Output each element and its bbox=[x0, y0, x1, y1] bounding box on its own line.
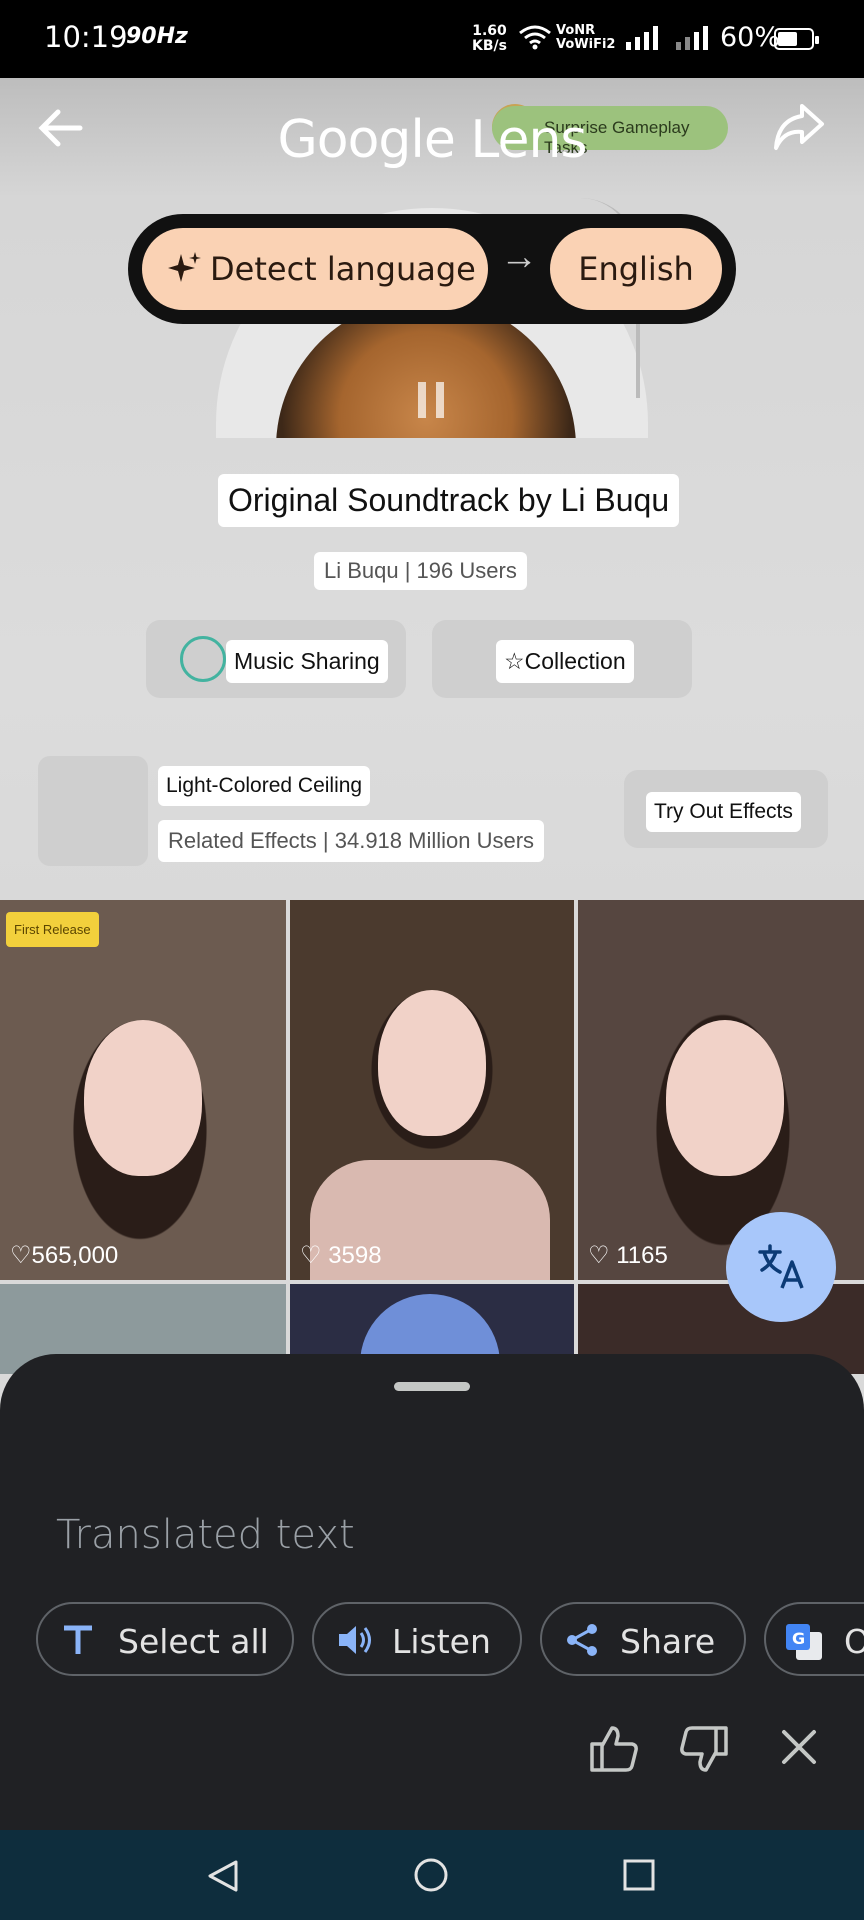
battery-fill bbox=[778, 32, 797, 46]
share-icon[interactable] bbox=[770, 100, 826, 156]
close-icon[interactable] bbox=[780, 1728, 818, 1766]
heart-icon: ♡ bbox=[300, 1242, 322, 1269]
status-time: 10:19 bbox=[44, 20, 128, 54]
nav-back-icon[interactable] bbox=[206, 1858, 240, 1894]
translate-icon bbox=[758, 1244, 804, 1289]
open-in-translate-button[interactable]: G O bbox=[764, 1602, 864, 1676]
photo-face bbox=[84, 1020, 202, 1176]
video-thumbnail[interactable]: ♡565,000 bbox=[0, 900, 286, 1280]
music-sharing-label: Music Sharing bbox=[226, 640, 388, 683]
detect-language-button[interactable]: Detect language bbox=[142, 228, 488, 310]
drag-handle[interactable] bbox=[394, 1382, 470, 1391]
net-speed-value: 1.60 bbox=[472, 23, 507, 39]
related-effects: Related Effects | 34.918 Million Users bbox=[158, 820, 545, 862]
like-count: ♡ 1165 bbox=[588, 1241, 668, 1270]
video-thumbnail[interactable]: ♡ 3598 bbox=[290, 900, 574, 1280]
thumbs-down-icon[interactable] bbox=[678, 1724, 730, 1774]
net-speed-unit: KB/s bbox=[472, 38, 507, 54]
photo-face bbox=[666, 1020, 784, 1176]
pause-icon[interactable] bbox=[418, 382, 446, 418]
song-users: Li Buqu | 196 Users bbox=[314, 552, 527, 590]
video-thumbnail[interactable]: ♡ 1165 bbox=[578, 900, 864, 1280]
google-translate-icon: G bbox=[786, 1624, 822, 1660]
battery-percent: 60% bbox=[720, 22, 781, 53]
refresh-rate: 90Hz bbox=[126, 24, 188, 49]
collection-label: ☆Collection bbox=[496, 640, 634, 683]
wifi-icon bbox=[519, 25, 551, 50]
photo-face bbox=[378, 990, 486, 1136]
nav-recents-icon[interactable] bbox=[622, 1858, 656, 1892]
target-language-button[interactable]: English bbox=[550, 228, 722, 310]
page-title: Google Lens bbox=[277, 110, 588, 170]
listen-button[interactable]: Listen bbox=[312, 1602, 522, 1676]
select-all-button[interactable]: Select all bbox=[36, 1602, 294, 1676]
text-t-icon bbox=[64, 1625, 92, 1654]
like-count: ♡565,000 bbox=[10, 1242, 119, 1269]
thumbs-up-icon[interactable] bbox=[588, 1724, 640, 1774]
share-button[interactable]: Share bbox=[540, 1602, 746, 1676]
battery-icon bbox=[774, 28, 819, 50]
volte-bottom: VoWiFi2 bbox=[556, 37, 616, 52]
song-title: Original Soundtrack by Li Buqu bbox=[218, 474, 680, 527]
share-nodes-icon bbox=[567, 1624, 597, 1656]
effect-thumbnail[interactable] bbox=[38, 756, 148, 866]
loading-ring-icon bbox=[180, 636, 226, 682]
signal-icon bbox=[626, 26, 658, 50]
sparkle-icon bbox=[168, 252, 201, 282]
translate-button[interactable] bbox=[726, 1212, 836, 1322]
nav-home-icon[interactable] bbox=[412, 1856, 450, 1894]
listen-label: Listen bbox=[392, 1622, 491, 1661]
like-count-value: 1165 bbox=[616, 1242, 668, 1269]
heart-icon: ♡ bbox=[588, 1242, 610, 1269]
speaker-icon bbox=[339, 1626, 371, 1654]
status-bar: 10:19 90Hz 1.60 KB/s VoNR VoWiFi2 60% bbox=[0, 0, 864, 78]
volte-top: VoNR bbox=[556, 23, 596, 38]
signal-icon-secondary bbox=[676, 26, 708, 50]
like-count: ♡ 3598 bbox=[300, 1241, 382, 1270]
open-in-translate-label: O bbox=[844, 1622, 864, 1661]
translation-sheet: Translated text Select all Listen Share … bbox=[0, 1354, 864, 1830]
volte-indicator: VoNR VoWiFi2 bbox=[556, 24, 615, 52]
effect-name: Light-Colored Ceiling bbox=[158, 766, 371, 806]
first-release-badge: First Release bbox=[6, 912, 99, 947]
like-count-value: 3598 bbox=[328, 1242, 382, 1269]
arrow-right-icon: → bbox=[500, 236, 538, 278]
source-language: Detect language bbox=[210, 250, 476, 288]
net-speed: 1.60 KB/s bbox=[472, 24, 507, 54]
svg-text:G: G bbox=[792, 1629, 805, 1648]
system-nav-bar bbox=[0, 1830, 864, 1920]
try-out-effects-label: Try Out Effects bbox=[646, 792, 801, 832]
share-label: Share bbox=[620, 1622, 716, 1661]
language-bar: Detect language → English bbox=[128, 214, 736, 324]
select-all-label: Select all bbox=[118, 1622, 269, 1661]
translated-text-placeholder: Translated text bbox=[56, 1512, 355, 1558]
